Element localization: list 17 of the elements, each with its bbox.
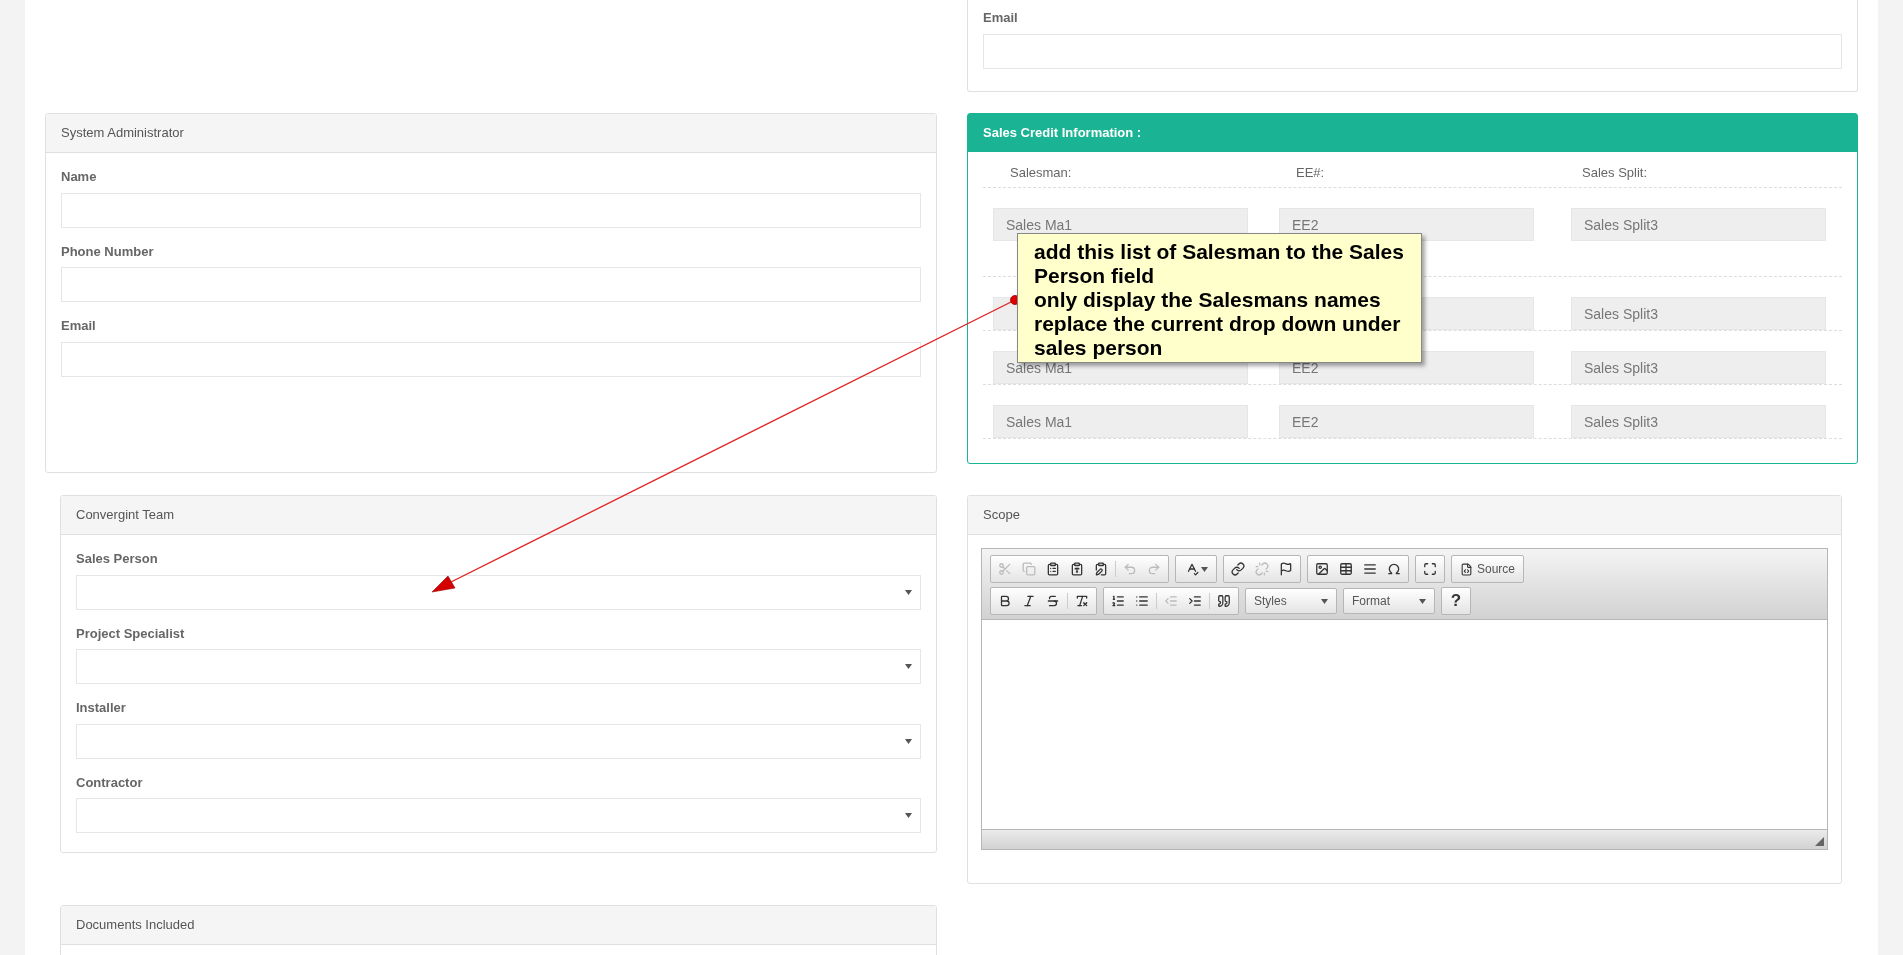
panel-title: Scope [983, 506, 1020, 525]
panel-title: Sales Credit Information : [983, 124, 1142, 143]
field-label: Sales Person [76, 550, 159, 568]
field-label: Email [61, 317, 97, 335]
column-header: Sales Split: [1582, 165, 1648, 180]
column-header: EE#: [1296, 165, 1325, 180]
column-header: Salesman: [1010, 165, 1072, 180]
field-label: Phone Number [61, 242, 155, 261]
panel-title: Documents Included [76, 916, 195, 935]
panel-title: System Administrator [61, 124, 184, 143]
field-label: Project Specialist [76, 624, 186, 643]
field-label: Installer [76, 699, 127, 717]
field-label: Contractor [76, 773, 144, 792]
field-label: Name [61, 168, 98, 186]
panel-title: Convergint Team [76, 506, 175, 525]
field-label: Email [983, 9, 1019, 27]
note-text: only display the Salesmans names [1034, 288, 1382, 312]
